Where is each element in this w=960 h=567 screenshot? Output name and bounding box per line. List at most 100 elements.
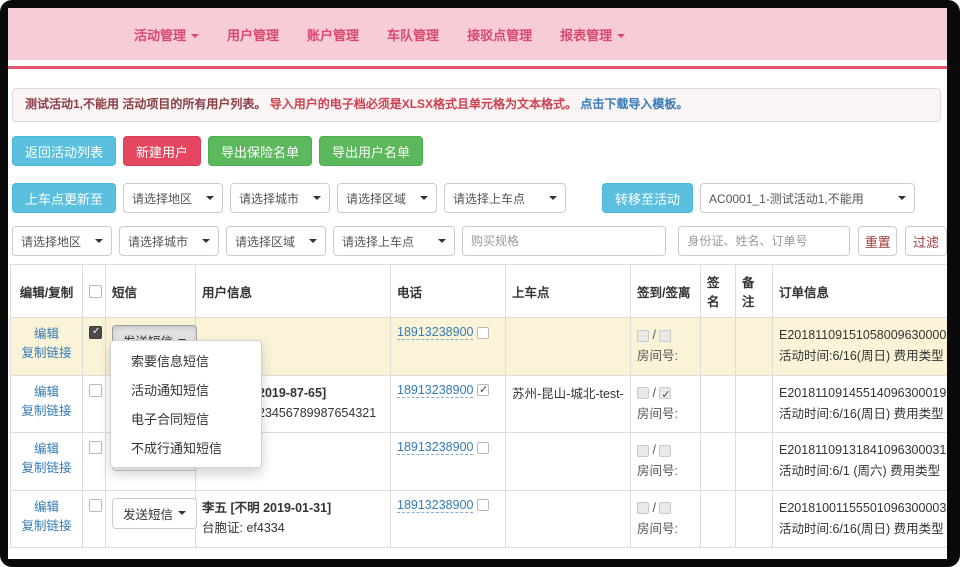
copy-link[interactable]: 复制链接 (21, 461, 71, 475)
checkout-checkbox[interactable] (659, 502, 671, 514)
order-number: E20181109131841096300031 (779, 440, 947, 461)
edit-link[interactable]: 编辑 (34, 442, 59, 456)
order-info: 活动时间:6/16(周日) 费用类型 (779, 346, 947, 367)
phone-checkbox[interactable] (477, 499, 489, 511)
header-edit-copy: 编辑/复制 (11, 265, 83, 318)
filter-button[interactable]: 过滤 (905, 226, 947, 256)
back-to-activity-list-button[interactable]: 返回活动列表 (12, 136, 116, 166)
phone-checkbox[interactable] (477, 327, 489, 339)
download-template-link[interactable]: 点击下载导入模板。 (580, 97, 688, 111)
search-input[interactable] (678, 226, 850, 256)
copy-link[interactable]: 复制链接 (21, 404, 71, 418)
remark-cell (736, 433, 773, 491)
checkin-checkbox[interactable] (637, 387, 649, 399)
checkin-checkbox[interactable] (637, 445, 649, 457)
checkout-checkbox[interactable] (659, 445, 671, 457)
region-select[interactable]: 请选择地区 (123, 183, 223, 213)
signature-cell (701, 318, 736, 376)
header-phone: 电话 (391, 265, 506, 318)
phone-link[interactable]: 18913238900 (397, 383, 473, 398)
phone-checkbox[interactable] (477, 442, 489, 454)
header-sms: 短信 (106, 265, 196, 318)
action-toolbar: 返回活动列表 新建用户 导出保险名单 导出用户名单 (12, 136, 947, 166)
checkin-checkbox[interactable] (637, 502, 649, 514)
export-insurance-list-button[interactable]: 导出保险名单 (208, 136, 312, 166)
edit-link[interactable]: 编辑 (34, 385, 59, 399)
phone-link[interactable]: 18913238900 (397, 325, 473, 340)
order-info: 活动时间:6/16(周日) 费用类型 (779, 404, 947, 425)
row-checkbox[interactable] (89, 384, 102, 397)
room-number-label: 房间号: (637, 461, 694, 482)
row-checkbox[interactable] (89, 499, 102, 512)
chevron-down-icon (206, 196, 214, 200)
purchase-spec-input[interactable] (462, 226, 666, 256)
chevron-down-icon (617, 34, 625, 38)
header-remark: 备注 (736, 265, 773, 318)
user-info-line1: 2019-87-65] (258, 383, 384, 403)
phone-link[interactable]: 18913238900 (397, 440, 473, 455)
checkout-checkbox[interactable] (659, 387, 671, 399)
sms-dropdown-menu: 索要信息短信 活动通知短信 电子合同短信 不成行通知短信 (110, 340, 262, 468)
pickup-point-select[interactable]: 请选择上车点 (444, 183, 566, 213)
transfer-to-activity-button[interactable]: 转移至活动 (602, 183, 693, 213)
room-number-label: 房间号: (637, 346, 694, 367)
screenshot-frame: 活动管理 用户管理 账户管理 车队管理 接驳点管理 报表管理 测试活动1,不能用… (0, 0, 960, 567)
page: 活动管理 用户管理 账户管理 车队管理 接驳点管理 报表管理 测试活动1,不能用… (8, 8, 947, 559)
row-checkbox[interactable] (89, 326, 102, 339)
notice-lead-text: 测试活动1,不能用 活动项目的所有用户列表。 (25, 97, 266, 111)
notice-body-text: 导入用户的电子档必须是XLSX格式且单元格为文本格式。 (270, 97, 577, 111)
nav-report-management[interactable]: 报表管理 (560, 25, 625, 44)
send-sms-dropdown-button[interactable]: 发送短信 (112, 498, 197, 529)
nav-account-management[interactable]: 账户管理 (307, 25, 359, 44)
nav-activity-management[interactable]: 活动管理 (134, 25, 199, 44)
top-navbar: 活动管理 用户管理 账户管理 车队管理 接驳点管理 报表管理 (8, 8, 947, 60)
chevron-down-icon (549, 196, 557, 200)
filter-region-select[interactable]: 请选择地区 (12, 226, 112, 256)
order-number: E2018110915105800963000025 (779, 325, 947, 346)
chevron-down-icon (95, 239, 103, 243)
export-user-list-button[interactable]: 导出用户名单 (319, 136, 423, 166)
room-number-label: 房间号: (637, 519, 694, 540)
row-checkbox[interactable] (89, 441, 102, 454)
copy-link[interactable]: 复制链接 (21, 519, 71, 533)
filter-city-select[interactable]: 请选择城市 (119, 226, 219, 256)
phone-link[interactable]: 18913238900 (397, 498, 473, 513)
new-user-button[interactable]: 新建用户 (123, 136, 201, 166)
nav-shuttle-point-management[interactable]: 接驳点管理 (467, 25, 532, 44)
checkout-checkbox[interactable] (659, 330, 671, 342)
select-all-checkbox[interactable] (89, 285, 102, 298)
remark-cell (736, 318, 773, 376)
table-row: 编辑 复制链接 发送短信 李五 [不明 2019-01-31] 台胞证: ef4… (11, 490, 948, 548)
sms-menu-item-cancel-notice[interactable]: 不成行通知短信 (111, 433, 261, 462)
checkin-checkbox[interactable] (637, 330, 649, 342)
pickup-transfer-bar: 上车点更新至 请选择地区 请选择城市 请选择区域 请选择上车点 转移至活动 AC… (12, 183, 947, 213)
header-order-info: 订单信息 (773, 265, 948, 318)
user-info-line2: 台胞证: ef4334 (202, 518, 384, 538)
sms-menu-item-request-info[interactable]: 索要信息短信 (111, 346, 261, 375)
edit-link[interactable]: 编辑 (34, 327, 59, 341)
city-select[interactable]: 请选择城市 (230, 183, 330, 213)
sms-menu-item-activity-notice[interactable]: 活动通知短信 (111, 375, 261, 404)
phone-checkbox[interactable] (477, 384, 489, 396)
activity-select[interactable]: AC0001_1-测试活动1,不能用 (700, 183, 915, 213)
reset-button[interactable]: 重置 (858, 226, 897, 256)
header-user-info: 用户信息 (196, 265, 391, 318)
order-number: E20181001155501096300003 (779, 498, 947, 519)
chevron-down-icon (898, 196, 906, 200)
filter-pickup-select[interactable]: 请选择上车点 (333, 226, 455, 256)
chevron-down-icon (191, 34, 199, 38)
update-pickup-point-button[interactable]: 上车点更新至 (12, 183, 116, 213)
filter-bar: 请选择地区 请选择城市 请选择区域 请选择上车点 重置 过滤 (12, 226, 947, 256)
table-header-row: 编辑/复制 短信 用户信息 电话 上车点 签到/签离 签名 备注 订单信息 (11, 265, 948, 318)
edit-link[interactable]: 编辑 (34, 500, 59, 514)
chevron-down-icon (309, 239, 317, 243)
nav-user-management[interactable]: 用户管理 (227, 25, 279, 44)
notice-bar: 测试活动1,不能用 活动项目的所有用户列表。 导入用户的电子档必须是XLSX格式… (12, 88, 941, 122)
copy-link[interactable]: 复制链接 (21, 346, 71, 360)
sms-menu-item-e-contract[interactable]: 电子合同短信 (111, 404, 261, 433)
district-select[interactable]: 请选择区域 (337, 183, 437, 213)
header-select-all (83, 265, 106, 318)
header-sign-in-out: 签到/签离 (631, 265, 701, 318)
nav-fleet-management[interactable]: 车队管理 (387, 25, 439, 44)
filter-district-select[interactable]: 请选择区域 (226, 226, 326, 256)
